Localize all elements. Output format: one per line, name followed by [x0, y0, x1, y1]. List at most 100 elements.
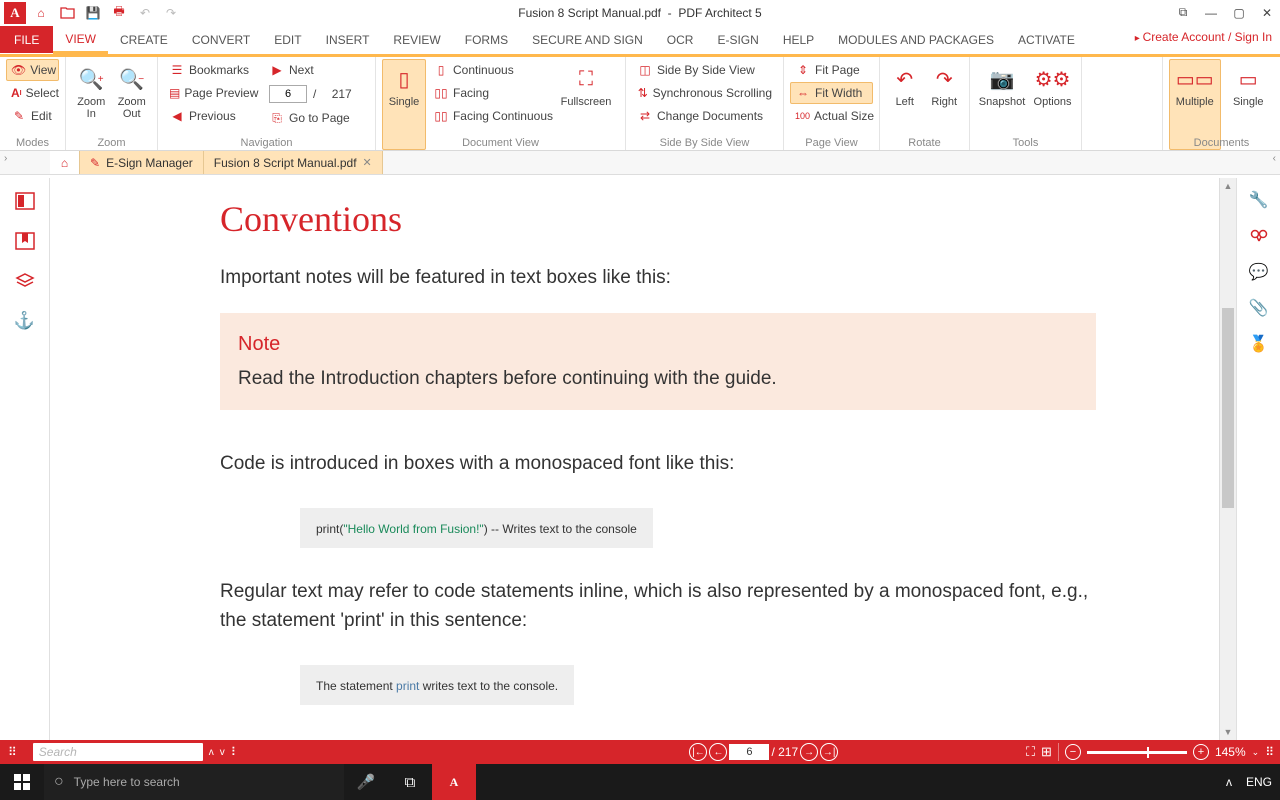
facing-button[interactable]: ▯▯Facing: [428, 82, 558, 104]
document-view: Conventions Important notes will be feat…: [50, 178, 1236, 740]
mode-view-button[interactable]: 👁View: [6, 59, 59, 81]
minimize-icon[interactable]: —: [1198, 2, 1224, 24]
actual-size-button[interactable]: 100Actual Size: [790, 105, 873, 127]
badge-icon[interactable]: 🏅: [1247, 332, 1271, 356]
status-search-input[interactable]: Search: [33, 743, 203, 761]
print-icon[interactable]: 🖶: [108, 2, 130, 24]
body-text: Regular text may refer to code statement…: [220, 578, 1096, 635]
zoom-slider[interactable]: [1087, 751, 1187, 754]
window-title: Fusion 8 Script Manual.pdf - PDF Archite…: [518, 6, 761, 20]
previous-button[interactable]: ◀Previous: [164, 105, 262, 127]
note-body: Read the Introduction chapters before co…: [238, 368, 1078, 390]
zoom-value[interactable]: 145%: [1215, 745, 1246, 759]
undo-icon[interactable]: ↶: [134, 2, 156, 24]
ribbon: 👁View AISelect ✎Edit Modes 🔍+Zoom In 🔍−Z…: [0, 54, 1280, 151]
thumbnails-icon[interactable]: [12, 188, 38, 214]
tab-open-doc[interactable]: Fusion 8 Script Manual.pdf✕: [204, 151, 383, 174]
right-panel: 🔧 💬 📎 🏅: [1236, 178, 1280, 740]
bookmarks-panel-icon[interactable]: [12, 228, 38, 254]
fit-page-button[interactable]: ⇕Fit Page: [790, 59, 873, 81]
close-icon[interactable]: ✕: [1254, 2, 1280, 24]
goto-page-button[interactable]: ⎘Go to Page: [264, 107, 357, 129]
taskbar-app-pdfarchitect[interactable]: A: [432, 764, 476, 800]
page-number-input[interactable]: [269, 85, 307, 103]
zoom-out-icon[interactable]: −: [1065, 744, 1081, 760]
page-preview-button[interactable]: ▤Page Preview: [164, 82, 262, 104]
tab-review[interactable]: REVIEW: [381, 26, 452, 53]
mode-edit-button[interactable]: ✎Edit: [6, 105, 59, 127]
tab-view[interactable]: VIEW: [53, 26, 108, 54]
tab-create[interactable]: CREATE: [108, 26, 180, 53]
prev-page-icon[interactable]: ←: [709, 743, 727, 761]
tab-activate[interactable]: ACTIVATE: [1006, 26, 1087, 53]
tab-secure[interactable]: SECURE AND SIGN: [520, 26, 655, 53]
scroll-down-icon[interactable]: ▼: [1220, 724, 1236, 740]
status-dots-icon[interactable]: ⠿: [8, 745, 17, 759]
signin-link[interactable]: Create Account / Sign In: [1135, 30, 1272, 44]
facing-continuous-button[interactable]: ▯▯Facing Continuous: [428, 105, 558, 127]
taskbar-search[interactable]: ○Type here to search: [44, 764, 344, 800]
tray-expand-icon[interactable]: ʌ: [1226, 775, 1232, 789]
search-next-icon[interactable]: v: [220, 747, 225, 758]
taskbar: ○Type here to search 🎤 ⧉ A ʌ ENG: [0, 764, 1280, 800]
zoom-dropdown-icon[interactable]: ⌄: [1252, 747, 1260, 758]
sync-scroll-button[interactable]: ⇅Synchronous Scrolling: [632, 82, 777, 104]
close-tab-icon[interactable]: ✕: [363, 156, 372, 169]
status-page-input[interactable]: [729, 744, 769, 760]
body-text: Code is introduced in boxes with a monos…: [220, 450, 1096, 479]
layers-icon[interactable]: [12, 268, 38, 294]
open-icon[interactable]: [56, 2, 78, 24]
continuous-button[interactable]: ▯Continuous: [428, 59, 558, 81]
document-tabs: › ⌂ ✎E-Sign Manager Fusion 8 Script Manu…: [0, 151, 1280, 175]
home-icon[interactable]: ⌂: [30, 2, 52, 24]
change-docs-button[interactable]: ⇄Change Documents: [632, 105, 777, 127]
search-prev-icon[interactable]: ʌ: [209, 747, 214, 758]
tab-forms[interactable]: FORMS: [453, 26, 520, 53]
tab-convert[interactable]: CONVERT: [180, 26, 262, 53]
redo-icon[interactable]: ↷: [160, 2, 182, 24]
next-button[interactable]: ▶Next: [264, 59, 357, 81]
anchor-icon[interactable]: ⚓: [12, 308, 38, 334]
tab-esign-manager[interactable]: ✎E-Sign Manager: [80, 151, 204, 174]
search-options-icon[interactable]: ⠇: [231, 745, 240, 759]
sbs-view-button[interactable]: ◫Side By Side View: [632, 59, 777, 81]
tab-edit[interactable]: EDIT: [262, 26, 313, 53]
tab-ocr[interactable]: OCR: [655, 26, 706, 53]
comment-icon[interactable]: 💬: [1247, 260, 1271, 284]
group-docview-label: Document View: [376, 137, 625, 149]
last-page-icon[interactable]: →|: [820, 743, 838, 761]
tab-esign[interactable]: E-SIGN: [705, 26, 770, 53]
fullscreen-icon[interactable]: ⛶: [1026, 744, 1035, 760]
status-dots-icon[interactable]: ⠿: [1265, 745, 1274, 759]
first-page-icon[interactable]: |←: [689, 743, 707, 761]
scroll-thumb[interactable]: [1222, 308, 1234, 508]
tab-home[interactable]: ⌂: [50, 151, 80, 174]
start-button[interactable]: [0, 764, 44, 800]
title-bar: A ⌂ 💾 🖶 ↶ ↷ Fusion 8 Script Manual.pdf -…: [0, 0, 1280, 26]
mic-icon[interactable]: 🎤: [344, 764, 388, 800]
next-page-icon[interactable]: →: [800, 743, 818, 761]
mode-select-button[interactable]: AISelect: [6, 82, 59, 104]
attachment-icon[interactable]: 📎: [1247, 296, 1271, 320]
fit-width-button[interactable]: ⇔Fit Width: [790, 82, 873, 104]
tools-icon[interactable]: 🔧: [1247, 188, 1271, 212]
search-icon[interactable]: [1247, 224, 1271, 248]
vertical-scrollbar[interactable]: ▲ ▼: [1219, 178, 1236, 740]
tab-modules[interactable]: MODULES AND PACKAGES: [826, 26, 1006, 53]
bookmarks-button[interactable]: ☰Bookmarks: [164, 59, 262, 81]
save-icon[interactable]: 💾: [82, 2, 104, 24]
taskview-icon[interactable]: ⧉: [388, 764, 432, 800]
tab-file[interactable]: FILE: [0, 26, 53, 53]
tray-lang[interactable]: ENG: [1246, 775, 1272, 789]
maximize-icon[interactable]: ▢: [1226, 2, 1252, 24]
zoom-in-icon[interactable]: +: [1193, 744, 1209, 760]
tab-help[interactable]: HELP: [771, 26, 826, 53]
panel-expand-left-icon[interactable]: ›: [4, 153, 7, 164]
left-panel: ⚓: [0, 178, 50, 740]
tab-insert[interactable]: INSERT: [314, 26, 382, 53]
menu-tabs: FILE VIEW CREATE CONVERT EDIT INSERT REV…: [0, 26, 1280, 54]
fit-icon[interactable]: ⊞: [1041, 744, 1052, 760]
panel-expand-right-icon[interactable]: ‹: [1273, 153, 1276, 164]
scroll-up-icon[interactable]: ▲: [1220, 178, 1236, 194]
ribbon-toggle-icon[interactable]: ⧉: [1170, 2, 1196, 24]
